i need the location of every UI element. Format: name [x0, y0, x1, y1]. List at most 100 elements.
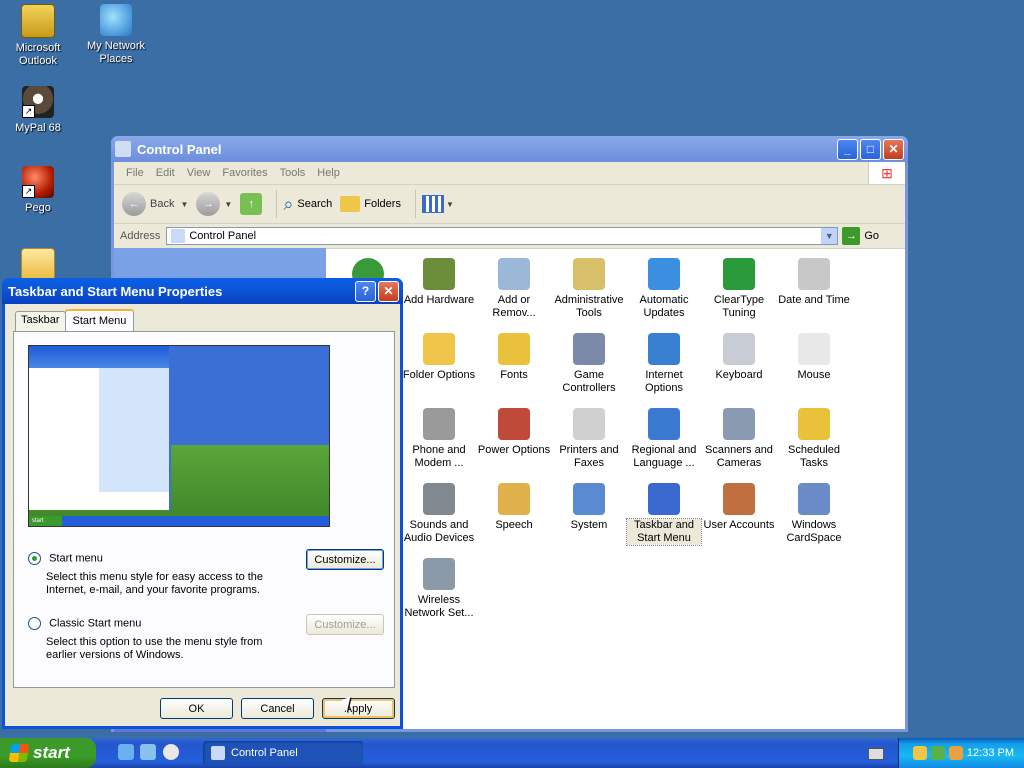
- cp-item-label: Windows CardSpace: [786, 519, 842, 544]
- shortcut-arrow-icon: ↗: [22, 185, 35, 198]
- cp-item-automatic-updates[interactable]: Automatic Updates: [627, 258, 701, 320]
- classic-start-menu-radio[interactable]: [28, 617, 41, 630]
- printers-faxes-icon: [573, 408, 605, 440]
- close-button[interactable]: ✕: [883, 138, 904, 160]
- maximize-button[interactable]: □: [860, 138, 881, 160]
- cp-item-cardspace[interactable]: Windows CardSpace: [777, 483, 851, 545]
- dialog-titlebar[interactable]: Taskbar and Start Menu Properties ? ✕: [2, 278, 403, 304]
- system-tray: 12:33 PM: [898, 738, 1024, 768]
- start-menu-radio[interactable]: [28, 552, 41, 565]
- address-value: Control Panel: [189, 230, 257, 242]
- folder-options-icon: [423, 333, 455, 365]
- cp-item-regional-language[interactable]: Regional and Language ...: [627, 408, 701, 470]
- dialog-title: Taskbar and Start Menu Properties: [8, 283, 223, 299]
- menu-edit[interactable]: Edit: [150, 167, 181, 179]
- classic-start-menu-radio-label[interactable]: Classic Start menu: [49, 617, 141, 629]
- start-button[interactable]: start: [0, 738, 96, 768]
- start-menu-tab-panel: start Start menu Select this menu style …: [13, 331, 395, 688]
- go-button[interactable]: → Go: [842, 227, 879, 245]
- close-button[interactable]: ✕: [378, 280, 399, 302]
- mouse-icon: [798, 333, 830, 365]
- address-input[interactable]: Control Panel ▼: [166, 227, 839, 245]
- views-icon: [421, 195, 444, 213]
- shortcut-arrow-icon: ↗: [22, 105, 35, 118]
- taskbar-button-control-panel[interactable]: Control Panel: [203, 741, 363, 765]
- menu-file[interactable]: File: [120, 167, 150, 179]
- apply-button[interactable]: Apply: [322, 698, 395, 719]
- cp-item-label: Speech: [495, 519, 533, 531]
- outlook-express-icon[interactable]: [140, 744, 156, 760]
- cp-item-phone-modem[interactable]: Phone and Modem ...: [402, 408, 476, 470]
- menu-view[interactable]: View: [181, 167, 217, 179]
- up-folder-icon: ↑: [240, 193, 263, 215]
- clock[interactable]: 12:33 PM: [967, 747, 1014, 759]
- security-shield-icon[interactable]: [912, 746, 927, 760]
- cp-item-scheduled-tasks[interactable]: Scheduled Tasks: [777, 408, 851, 470]
- back-button[interactable]: ← Back ▼: [122, 192, 188, 216]
- cp-item-folder-options[interactable]: Folder Options: [402, 333, 476, 382]
- menu-tools[interactable]: Tools: [274, 167, 312, 179]
- start-menu-preview: start: [28, 345, 330, 527]
- cp-item-add-remove-programs[interactable]: Add or Remov...: [477, 258, 551, 320]
- cp-item-sounds-audio[interactable]: Sounds and Audio Devices: [402, 483, 476, 545]
- menu-favorites[interactable]: Favorites: [216, 167, 273, 179]
- cp-item-system[interactable]: System: [552, 483, 626, 532]
- cp-item-wireless-network[interactable]: Wireless Network Set...: [402, 558, 476, 620]
- fonts-icon: [498, 333, 530, 365]
- ok-button[interactable]: OK: [160, 698, 233, 719]
- cp-item-mouse[interactable]: Mouse: [777, 333, 851, 382]
- cp-item-label: Power Options: [477, 444, 551, 456]
- system-icon: [573, 483, 605, 515]
- cp-item-printers-faxes[interactable]: Printers and Faxes: [552, 408, 626, 470]
- cp-item-date-time[interactable]: Date and Time: [777, 258, 851, 307]
- cp-item-fonts[interactable]: Fonts: [477, 333, 551, 382]
- desktop-icon-label: Microsoft Outlook: [15, 42, 61, 67]
- desktop-icon-pego[interactable]: ↗ Pego: [0, 166, 76, 215]
- keyboard-icon[interactable]: [868, 748, 884, 760]
- desktop-icon-mypal[interactable]: ↗ MyPal 68: [0, 86, 76, 135]
- views-button[interactable]: ▼: [421, 195, 454, 213]
- tab-taskbar[interactable]: Taskbar: [15, 311, 66, 331]
- keyboard-icon: [723, 333, 755, 365]
- start-menu-radio-label[interactable]: Start menu: [49, 552, 103, 564]
- chevron-down-icon[interactable]: ▼: [180, 200, 188, 209]
- control-panel-titlebar[interactable]: Control Panel _ □ ✕: [111, 136, 908, 162]
- cp-item-label: System: [570, 519, 608, 531]
- cp-item-internet-options[interactable]: Internet Options: [627, 333, 701, 395]
- internet-explorer-icon[interactable]: [118, 744, 134, 760]
- scheduled-tasks-icon: [798, 408, 830, 440]
- cp-item-administrative-tools[interactable]: Administrative Tools: [552, 258, 626, 320]
- cp-item-label: Internet Options: [645, 369, 683, 394]
- help-button[interactable]: ?: [355, 280, 376, 302]
- customize-start-menu-button[interactable]: Customize...: [306, 549, 384, 570]
- forward-button[interactable]: → ▼: [196, 192, 232, 216]
- cancel-button[interactable]: Cancel: [241, 698, 314, 719]
- cp-item-keyboard[interactable]: Keyboard: [702, 333, 776, 382]
- cp-item-scanners-cameras[interactable]: Scanners and Cameras: [702, 408, 776, 470]
- search-icon[interactable]: [948, 746, 963, 760]
- desktop-icon-outlook[interactable]: Microsoft Outlook: [0, 4, 76, 68]
- cp-item-label: Folder Options: [402, 369, 476, 381]
- minimize-button[interactable]: _: [837, 138, 858, 160]
- cp-item-power-options[interactable]: Power Options: [477, 408, 551, 457]
- search-button[interactable]: ⌕ Search: [283, 194, 332, 215]
- taskbar-properties-dialog: Taskbar and Start Menu Properties ? ✕ Ta…: [2, 278, 403, 729]
- preview-start-menu: [29, 346, 171, 510]
- cp-item-cleartype-tuning[interactable]: ClearType Tuning: [702, 258, 776, 320]
- cp-item-game-controllers[interactable]: Game Controllers: [552, 333, 626, 395]
- media-player-icon[interactable]: [163, 744, 179, 760]
- cp-item-add-hardware[interactable]: Add Hardware: [402, 258, 476, 307]
- chevron-down-icon[interactable]: ▼: [821, 228, 838, 244]
- chevron-down-icon[interactable]: ▼: [224, 200, 232, 209]
- user-accounts-icon: [723, 483, 755, 515]
- tab-start-menu[interactable]: Start Menu: [64, 309, 135, 331]
- folders-button[interactable]: Folders: [340, 196, 401, 212]
- menu-help[interactable]: Help: [311, 167, 346, 179]
- up-folder-button[interactable]: ↑: [240, 193, 263, 215]
- desktop-icon-network-places[interactable]: My Network Places: [78, 4, 154, 66]
- date-time-icon: [798, 258, 830, 290]
- network-icon[interactable]: [930, 746, 945, 760]
- cp-item-taskbar-start-menu[interactable]: Taskbar and Start Menu: [626, 483, 702, 546]
- cp-item-user-accounts[interactable]: User Accounts: [702, 483, 776, 532]
- cp-item-speech[interactable]: Speech: [477, 483, 551, 532]
